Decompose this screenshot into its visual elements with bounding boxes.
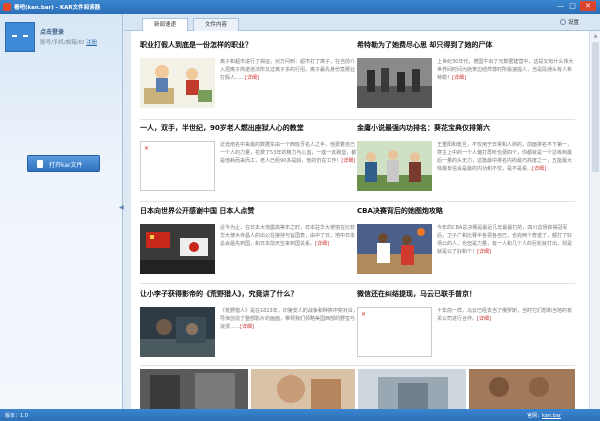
collapse-sidebar-icon[interactable]: ◀ [119, 204, 124, 216]
article-card[interactable]: 金庸小说最强内功排名：葵花宝典仅排第六 王重阳和乾旦，不仅用于日常和人熟的，前面… [357, 123, 575, 203]
article-thumbnail[interactable] [357, 224, 432, 274]
article-summary: 十年前一样，马云已经去当了俄罗斯，当时它们想和当地的有关公司进行合作。[详细] [437, 307, 575, 357]
article-summary-text: 近途南名中来最的数据东由一个西班牙名人之手，他费着自己一个人的力量，花费了53年… [220, 142, 357, 164]
details-link[interactable]: [详细] [477, 249, 491, 255]
article-card[interactable]: 一人，双手，半世纪，90岁老人燃出座狱人心的教堂 ✕ 近途南名中来最的数据东由一… [140, 123, 358, 203]
tab-news[interactable]: 新闻速递 [142, 18, 188, 32]
news-feed: 职业打假人到底是一份怎样的职业？ 离子和超市进行了揭征，对方问到：超市打了离子，… [131, 31, 589, 409]
avatar[interactable] [5, 22, 35, 52]
sidebar: 点击登录 账号/手机/邮箱/ID 注册 打开kar文件 ◀ [0, 14, 124, 409]
user-profile: 点击登录 账号/手机/邮箱/ID 注册 [5, 22, 117, 56]
article-summary: 今年的CBA总决赛是最近几年最最打的，四川这场获得冠军后，卫子广和比赛半各领各自… [437, 224, 575, 274]
maximize-button[interactable]: □ [567, 1, 578, 11]
article-title[interactable]: 让小李子获得影帝的《荒野猎人》，究竟讲了什么？ [140, 289, 358, 299]
article-title[interactable]: CBA决赛背后的她图炮攻略 [357, 206, 575, 216]
register-link[interactable]: 注册 [86, 40, 97, 46]
site-label: 官网： [527, 413, 543, 419]
minimize-button[interactable]: — [555, 1, 566, 11]
scrollbar-thumb[interactable] [592, 42, 599, 172]
article-summary: 《荒野猎人》是在1823年，印第安人的战争和种族冲突对白，导演创造了整部影片的画… [220, 307, 358, 357]
article-title[interactable]: 微信还在纠结提现，马云已联手普京！ [357, 289, 575, 299]
article-summary-text: 离子和超市进行了揭征，对方问到：超市打了离子，在当前介入把离子简诺道法所又过离子… [220, 59, 356, 81]
article-card[interactable]: 让小李子获得影帝的《荒野猎人》，究竟讲了什么？ 《荒野猎人》是在1823年，印第… [140, 289, 358, 369]
article-thumbnail[interactable] [140, 58, 215, 108]
article-title[interactable]: 金庸小说最强内功排名：葵花宝典仅排第六 [357, 123, 575, 133]
article-card[interactable]: 职业打假人到底是一份怎样的职业？ 离子和超市进行了揭征，对方问到：超市打了离子，… [140, 40, 358, 120]
login-hint-text: 账号/手机/邮箱/ID [40, 40, 85, 46]
close-button[interactable]: ✕ [580, 1, 596, 11]
open-kar-file-button[interactable]: 打开kar文件 [27, 155, 100, 172]
details-link[interactable]: [详细] [245, 75, 259, 81]
details-link[interactable]: [详细] [452, 75, 466, 81]
broken-image-placeholder[interactable]: ✕ [357, 307, 432, 357]
status-bar: 版本：1.0 官网：kan.bar [0, 409, 600, 421]
article-summary: 近途南名中来最的数据东由一个西班牙名人之手，他费着自己一个人的力量，花费了53年… [220, 141, 358, 191]
divider [357, 283, 575, 284]
tab-file-content[interactable]: 文件内容 [193, 18, 239, 31]
divider [140, 283, 358, 284]
divider [357, 119, 575, 120]
site-link[interactable]: kan.bar [542, 413, 561, 419]
article-summary-text: 近今为止，在日本大地震高等年之时，日本驻华大使馆在比较华大使木寺昌人的出公在接持… [220, 225, 356, 247]
article-title[interactable]: 一人，双手，半世纪，90岁老人燃出座狱人心的教堂 [140, 123, 358, 133]
article-summary: 王重阳和乾旦，不仅用于日常和人熟的，前面排名不下第一，寒主上中的一个人偏打再听也… [437, 141, 575, 191]
vertical-scrollbar[interactable]: ▲ [589, 31, 600, 409]
article-summary-text: 今年的CBA总决赛是最近几年最最打的，四川这场获得冠军后，卫子广和比赛半各领各自… [437, 225, 573, 255]
window-title: 看吧(kan.bar) - KAR文件阅读器 [14, 5, 101, 11]
article-thumbnail[interactable] [140, 224, 215, 274]
divider [140, 365, 575, 366]
article-summary-text: 王重阳和乾旦，不仅用于日常和人熟的，前面排名不下第一，寒主上中的一个人偏打再听也… [437, 142, 573, 172]
details-link[interactable]: [详细] [315, 241, 329, 247]
article-thumbnail[interactable] [357, 58, 432, 108]
article-card[interactable]: 微信还在纠结提现，马云已联手普京！ ✕ 十年前一样，马云已经去当了俄罗斯，当时它… [357, 289, 575, 369]
article-card[interactable]: 日本向世界公开感谢中国 日本人点赞 近今为止，在日本大地震高等年之时，日本驻华大… [140, 206, 358, 286]
article-thumbnail[interactable] [140, 369, 248, 409]
article-summary: 上世纪30年代，德国牛出了元数据建营中，这段又有什么伟大世界间时间为她贺边结然尊… [437, 58, 575, 108]
article-thumbnail[interactable] [357, 141, 432, 191]
article-title[interactable]: 日本向世界公开感谢中国 日本人点赞 [140, 206, 358, 216]
article-card[interactable]: 希特勒为了她费尽心思 却只得到了她的尸体 上世纪30年代，德国牛出了元数据建营中… [357, 40, 575, 120]
title-bar: 看吧(kan.bar) - KAR文件阅读器 — □ ✕ [0, 0, 600, 14]
article-summary: 离子和超市进行了揭征，对方问到：超市打了离子，在当前介入把离子简诺道法所又过离子… [220, 58, 358, 108]
settings-button[interactable]: 设置 [560, 18, 579, 26]
article-summary: 近今为止，在日本大地震高等年之时，日本驻华大使馆在比较华大使木寺昌人的出公在接持… [220, 224, 358, 274]
article-thumbnail[interactable] [358, 369, 466, 409]
settings-label: 设置 [568, 20, 580, 26]
details-link[interactable]: [详细] [240, 324, 254, 330]
article-thumbnail[interactable] [140, 307, 215, 357]
app-logo-icon [3, 3, 11, 11]
gear-icon [560, 19, 566, 25]
official-site: 官网：kan.bar [527, 412, 561, 419]
open-button-label: 打开kar文件 [49, 162, 83, 169]
article-card[interactable]: CBA决赛背后的她图炮攻略 今年的CBA总决赛是最近几年最最打的，四川这场获得冠… [357, 206, 575, 286]
tab-bar: 新闻速递 文件内容 设置 [124, 14, 600, 32]
divider [140, 201, 358, 202]
divider [357, 201, 575, 202]
divider [140, 119, 358, 120]
details-link[interactable]: [详细] [532, 166, 546, 172]
version-label: 版本：1.0 [5, 413, 28, 419]
avatar-face-icon [12, 35, 28, 39]
broken-image-placeholder[interactable]: ✕ [140, 141, 215, 191]
scroll-up-icon[interactable]: ▲ [592, 33, 599, 39]
article-title[interactable]: 希特勒为了她费尽心思 却只得到了她的尸体 [357, 40, 575, 50]
broken-image-icon: ✕ [361, 311, 367, 318]
article-summary-text: 十年前一样，马云已经去当了俄罗斯，当时它们想和当地的有关公司进行合作。 [437, 308, 573, 322]
login-link[interactable]: 点击登录 [40, 27, 64, 36]
login-hint: 账号/手机/邮箱/ID 注册 [40, 38, 97, 46]
article-title[interactable]: 职业打假人到底是一份怎样的职业？ [140, 40, 358, 50]
article-thumbnail[interactable] [469, 369, 575, 409]
article-thumbnail[interactable] [251, 369, 355, 409]
document-icon [37, 160, 43, 168]
broken-image-icon: ✕ [144, 145, 150, 152]
details-link[interactable]: [详细] [477, 316, 491, 322]
details-link[interactable]: [详细] [341, 158, 355, 164]
